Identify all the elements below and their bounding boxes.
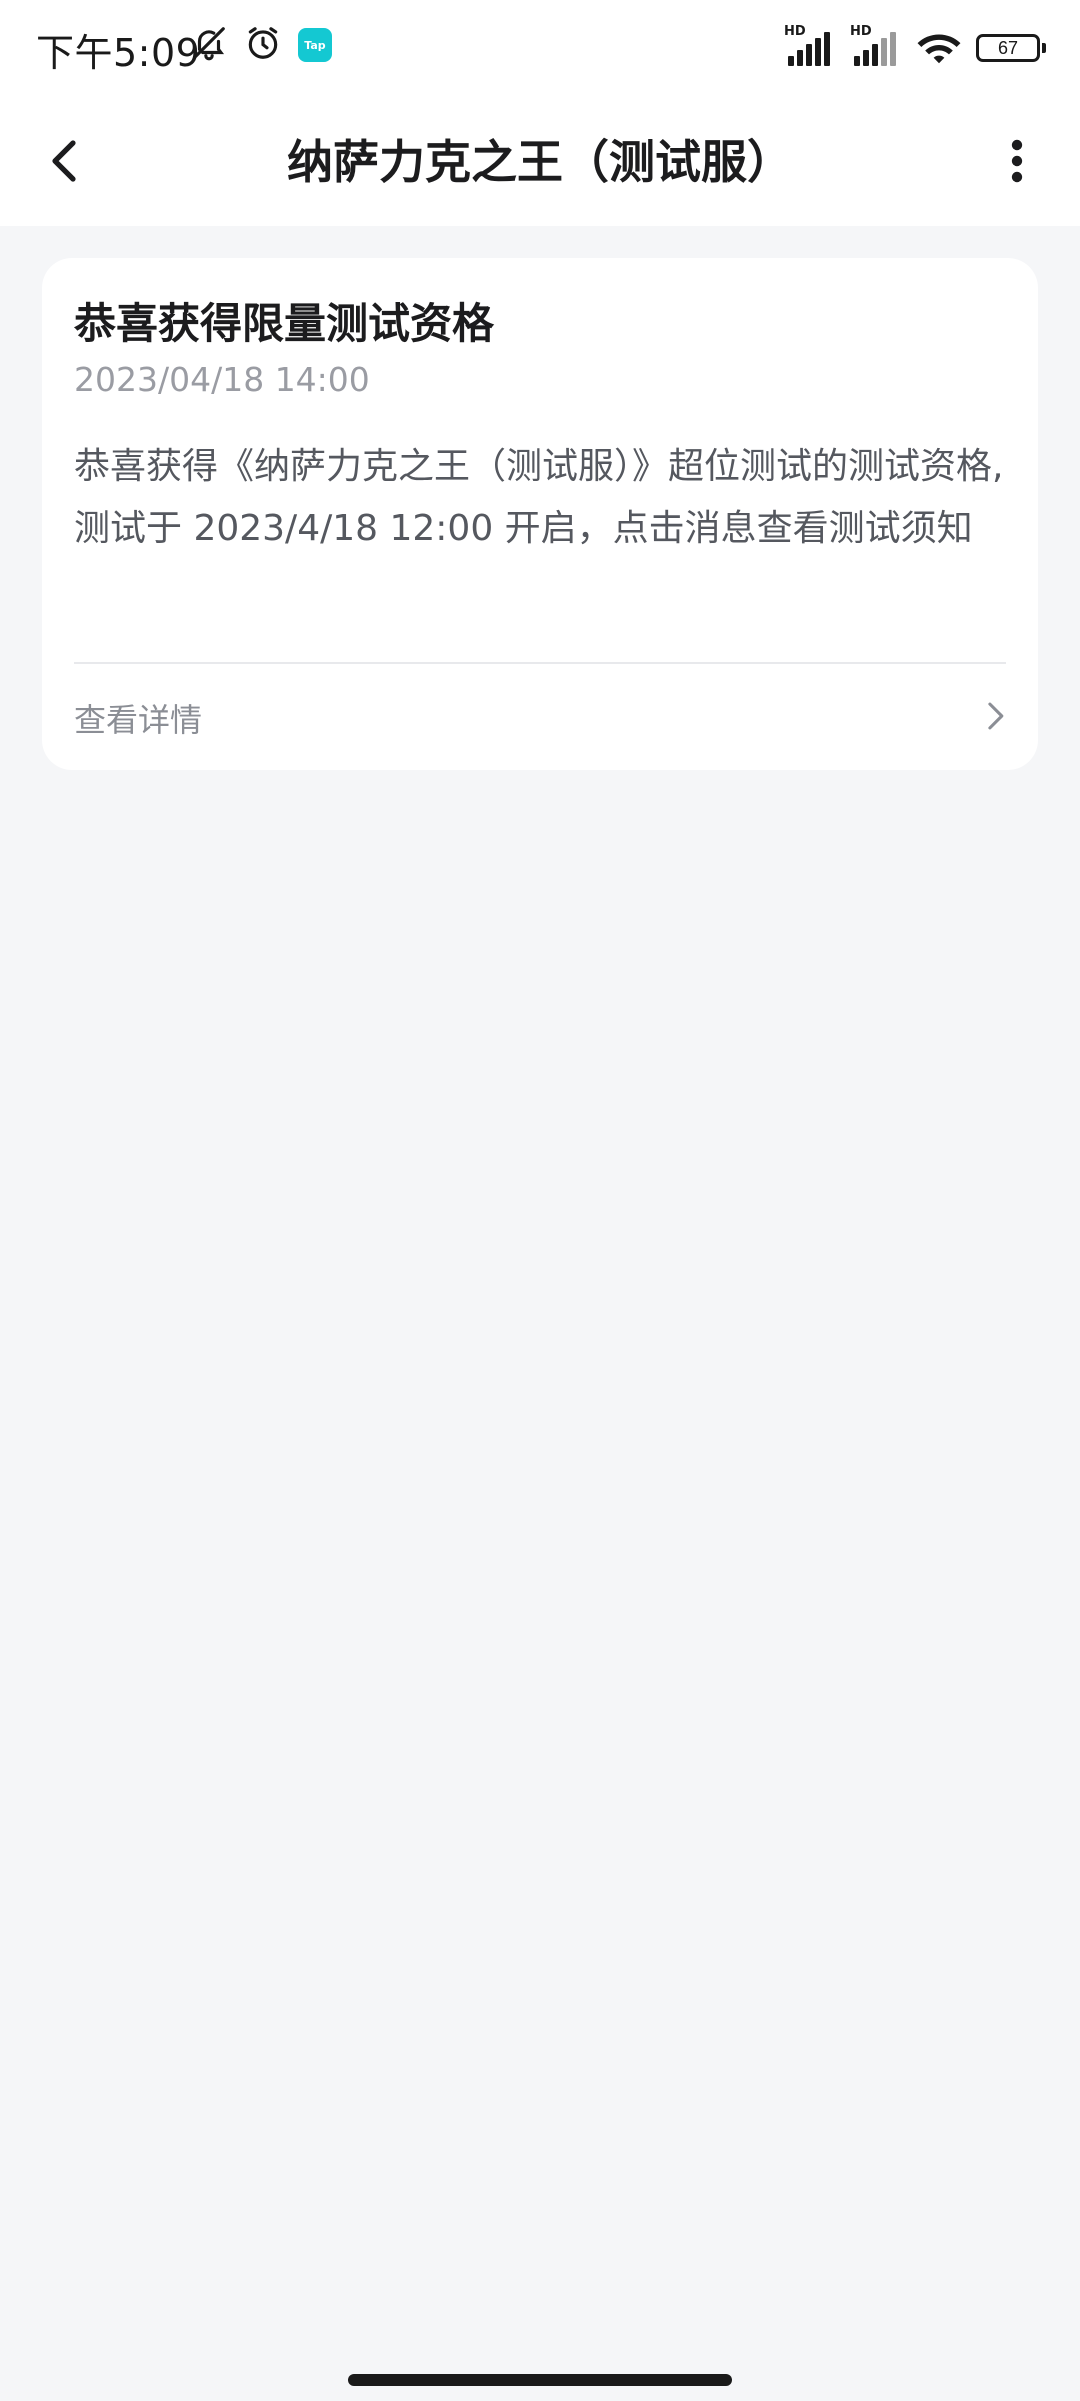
message-card[interactable]: 恭喜获得限量测试资格 2023/04/18 14:00 恭喜获得《纳萨力克之王（… [42, 258, 1038, 770]
view-details-link[interactable]: 查看详情 [74, 666, 1006, 770]
status-time: 下午5:09 [36, 31, 201, 75]
wifi-icon [916, 28, 962, 68]
more-options-button[interactable] [982, 128, 1052, 198]
cell-signal-icon: HD [784, 24, 836, 66]
status-bar: 下午5:09 Tap HD HD 67 [0, 0, 1080, 100]
message-timestamp: 2023/04/18 14:00 [74, 360, 370, 399]
chevron-right-icon [984, 699, 1006, 737]
screen: 下午5:09 Tap HD HD 67 纳萨力克之王（测试服） 恭喜获得限量测试… [0, 0, 1080, 2401]
page-title: 纳萨力克之王（测试服） [287, 135, 793, 189]
vertical-dots-icon [1007, 139, 1027, 187]
status-right-icons: HD HD 67 [784, 24, 1046, 68]
message-body: 恭喜获得《纳萨力克之王（测试服）》超位测试的测试资格,测试于 2023/4/18… [74, 446, 1004, 549]
home-indicator[interactable] [348, 2374, 732, 2386]
battery-icon: 67 [976, 34, 1046, 62]
alarm-clock-icon [244, 24, 282, 66]
taptap-app-icon: Tap [298, 28, 332, 62]
back-button[interactable] [30, 128, 100, 198]
view-details-label: 查看详情 [74, 701, 203, 739]
message-title: 恭喜获得限量测试资格 [74, 299, 495, 348]
card-divider [74, 662, 1006, 664]
nav-bar: 纳萨力克之王（测试服） [0, 100, 1080, 226]
status-left-icons: Tap [190, 24, 332, 66]
chevron-left-icon [45, 137, 85, 189]
bell-muted-icon [190, 24, 228, 66]
cell-signal-icon-2: HD [850, 24, 902, 66]
